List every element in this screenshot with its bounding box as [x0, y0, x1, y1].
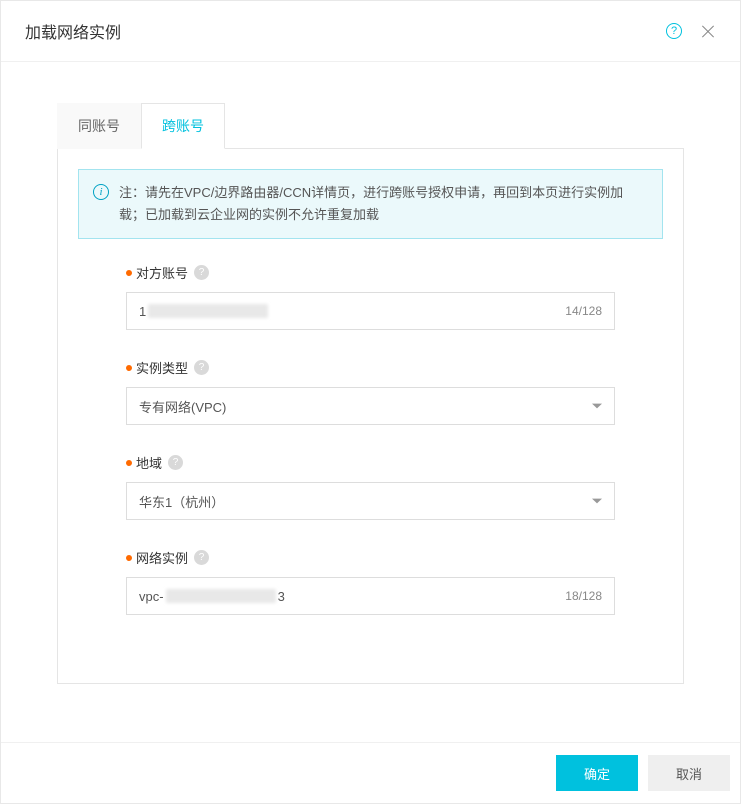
network-instance-suffix: 3 — [278, 589, 285, 604]
confirm-button[interactable]: 确定 — [556, 755, 638, 791]
hint-icon[interactable]: ? — [194, 550, 209, 565]
row-peer-account: 对方账号 ? 1 14/128 — [126, 263, 615, 330]
panel-cross-account: i 注：请先在VPC/边界路由器/CCN详情页，进行跨账号授权申请，再回到本页进… — [57, 149, 684, 684]
redacted-block — [166, 589, 276, 603]
required-dot-icon — [126, 460, 132, 466]
label-region: 地域 — [136, 453, 162, 472]
info-text: 注：请先在VPC/边界路由器/CCN详情页，进行跨账号授权申请，再回到本页进行实… — [119, 182, 648, 226]
peer-account-input[interactable]: 1 14/128 — [126, 292, 615, 330]
label-network-instance: 网络实例 — [136, 548, 188, 567]
info-box: i 注：请先在VPC/边界路由器/CCN详情页，进行跨账号授权申请，再回到本页进… — [78, 169, 663, 239]
close-icon[interactable] — [700, 23, 716, 39]
chevron-down-icon — [592, 499, 602, 504]
instance-type-value: 专有网络(VPC) — [139, 397, 226, 416]
required-dot-icon — [126, 365, 132, 371]
tab-same-account[interactable]: 同账号 — [57, 103, 141, 149]
hint-icon[interactable]: ? — [194, 360, 209, 375]
help-icon[interactable]: ? — [666, 23, 682, 39]
peer-account-counter: 14/128 — [565, 304, 602, 318]
modal-footer: 确定 取消 — [1, 742, 740, 803]
network-instance-input[interactable]: vpc- 3 18/128 — [126, 577, 615, 615]
load-network-instance-modal: 加载网络实例 ? 同账号 跨账号 i 注：请先在VPC/边界路由器/CCN详情页… — [0, 0, 741, 804]
form: 对方账号 ? 1 14/128 实例类型 ? — [78, 263, 663, 663]
label-peer-account: 对方账号 — [136, 263, 188, 282]
row-network-instance: 网络实例 ? vpc- 3 18/128 — [126, 548, 615, 615]
region-select[interactable]: 华东1（杭州） — [126, 482, 615, 520]
row-region: 地域 ? 华东1（杭州） — [126, 453, 615, 520]
info-icon: i — [93, 184, 109, 200]
tab-cross-account[interactable]: 跨账号 — [141, 103, 225, 149]
instance-type-select[interactable]: 专有网络(VPC) — [126, 387, 615, 425]
peer-account-prefix: 1 — [139, 304, 146, 319]
region-value: 华东1（杭州） — [139, 492, 224, 511]
cancel-button[interactable]: 取消 — [648, 755, 730, 791]
label-instance-type: 实例类型 — [136, 358, 188, 377]
required-dot-icon — [126, 270, 132, 276]
modal-body: 同账号 跨账号 i 注：请先在VPC/边界路由器/CCN详情页，进行跨账号授权申… — [1, 62, 740, 742]
modal-header: 加载网络实例 ? — [1, 1, 740, 62]
redacted-block — [148, 304, 268, 318]
chevron-down-icon — [592, 404, 602, 409]
network-instance-prefix: vpc- — [139, 589, 164, 604]
modal-title: 加载网络实例 — [25, 19, 121, 43]
row-instance-type: 实例类型 ? 专有网络(VPC) — [126, 358, 615, 425]
hint-icon[interactable]: ? — [194, 265, 209, 280]
required-dot-icon — [126, 555, 132, 561]
network-instance-counter: 18/128 — [565, 589, 602, 603]
tabs: 同账号 跨账号 — [57, 102, 684, 149]
hint-icon[interactable]: ? — [168, 455, 183, 470]
